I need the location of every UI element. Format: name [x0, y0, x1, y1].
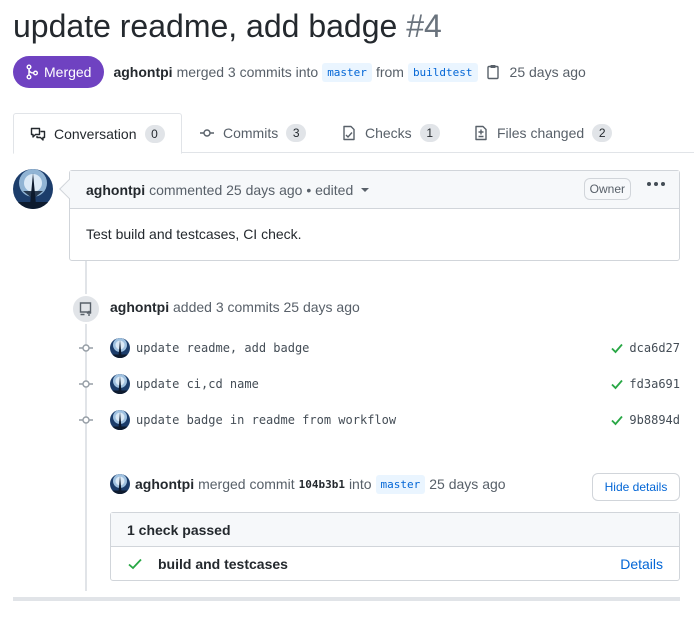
list-item: update ci,cd name fd3a691 [78, 373, 680, 395]
commit-status: fd3a691 [611, 377, 680, 391]
avatar[interactable] [110, 374, 130, 394]
checks-box: 1 check passed build and testcases Detai… [110, 512, 680, 581]
pr-from-text: from [375, 64, 404, 80]
commit-message-link[interactable]: update ci,cd name [136, 377, 259, 391]
conversation-icon [30, 127, 46, 141]
tab-conversation-count: 0 [144, 124, 165, 143]
tab-commits-count: 3 [286, 124, 307, 142]
tab-checks[interactable]: Checks 1 [341, 113, 440, 153]
tab-checks-count: 1 [419, 124, 440, 142]
comment-meta[interactable]: commented 25 days ago • edited [149, 182, 353, 198]
tab-conversation[interactable]: Conversation 0 [13, 113, 182, 154]
file-diff-icon [475, 125, 487, 141]
pr-title-text: update readme, add badge [13, 8, 398, 44]
pr-comment: aghontpi commented 25 days ago • edited … [59, 170, 680, 261]
check-icon[interactable] [611, 378, 624, 390]
check-icon [128, 558, 142, 570]
pr-time: 25 days ago [509, 64, 586, 80]
commit-sha-link[interactable]: dca6d27 [629, 341, 680, 355]
chevron-down-icon[interactable] [361, 187, 370, 192]
merge-event: aghontpi merged commit 104b3b1 into mast… [110, 473, 506, 495]
list-item: update readme, add badge dca6d27 [78, 337, 680, 359]
check-item: build and testcases Details [111, 547, 679, 581]
avatar[interactable] [110, 410, 130, 430]
pr-merge-text: merged 3 commits into [176, 64, 319, 80]
tab-files-changed-count: 2 [592, 124, 613, 142]
merge-commit-sha-link[interactable]: 104b3b1 [299, 478, 345, 491]
pr-state-row: Merged aghontpi merged 3 commits into ma… [13, 56, 586, 88]
commit-message-link[interactable]: update readme, add badge [136, 341, 309, 355]
pr-tabs: Conversation 0 Commits 3 Checks 1 Files … [13, 113, 694, 154]
commit-status: 9b8894d [611, 413, 680, 427]
merge-event-text: merged commit [198, 476, 295, 492]
pr-meta: aghontpi merged 3 commits into master fr… [113, 62, 586, 82]
check-details-link[interactable]: Details [620, 556, 663, 572]
merged-state-label: Merged [44, 64, 92, 80]
merged-state-badge: Merged [13, 56, 105, 88]
merge-event-author[interactable]: aghontpi [135, 476, 194, 492]
commit-icon [200, 129, 214, 137]
push-event-author[interactable]: aghontpi [110, 299, 169, 315]
checks-summary: 1 check passed [111, 513, 679, 547]
copy-branch-icon[interactable] [486, 64, 500, 80]
tab-commits[interactable]: Commits 3 [199, 113, 307, 153]
check-name: build and testcases [158, 556, 288, 572]
tab-commits-label: Commits [223, 125, 279, 141]
tab-files-changed[interactable]: Files changed 2 [473, 113, 613, 153]
git-merge-icon [26, 64, 38, 80]
avatar[interactable] [13, 169, 53, 209]
pr-title: update readme, add badge #4 [13, 8, 442, 45]
commit-message-link[interactable]: update badge in readme from workflow [136, 413, 396, 427]
merge-branch-label[interactable]: master [375, 474, 426, 494]
tab-conversation-label: Conversation [54, 125, 137, 142]
kebab-icon[interactable] [647, 182, 665, 186]
list-item: update badge in readme from workflow 9b8… [78, 409, 680, 431]
pr-author-link[interactable]: aghontpi [113, 64, 172, 80]
hide-details-button[interactable]: Hide details [592, 473, 680, 501]
tab-files-changed-label: Files changed [497, 125, 585, 141]
avatar[interactable] [110, 338, 130, 358]
repo-push-icon [71, 294, 101, 324]
check-icon[interactable] [611, 342, 624, 354]
timeline-end-divider [13, 597, 680, 601]
tab-checks-label: Checks [365, 125, 412, 141]
owner-badge: Owner [583, 178, 631, 200]
comment-header: aghontpi commented 25 days ago • edited … [70, 171, 679, 209]
pr-number: #4 [406, 8, 442, 44]
base-branch-label[interactable]: master [322, 62, 372, 82]
commit-sha-link[interactable]: fd3a691 [629, 377, 680, 391]
merge-event-into: into [348, 476, 372, 492]
commit-status: dca6d27 [611, 341, 680, 355]
push-event-desc: added 3 commits 25 days ago [173, 299, 360, 315]
comment-body: Test build and testcases, CI check. [86, 226, 302, 242]
comment-author[interactable]: aghontpi [86, 182, 145, 198]
git-commit-icon [78, 412, 94, 428]
avatar[interactable] [110, 474, 130, 494]
check-icon[interactable] [611, 414, 624, 426]
git-commit-icon [78, 376, 94, 392]
checklist-icon [343, 125, 355, 141]
head-branch-label[interactable]: buildtest [407, 62, 478, 82]
merge-event-time: 25 days ago [429, 476, 506, 492]
git-commit-icon [78, 340, 94, 356]
push-event-text: aghontpi added 3 commits 25 days ago [110, 299, 360, 315]
commit-sha-link[interactable]: 9b8894d [629, 413, 680, 427]
